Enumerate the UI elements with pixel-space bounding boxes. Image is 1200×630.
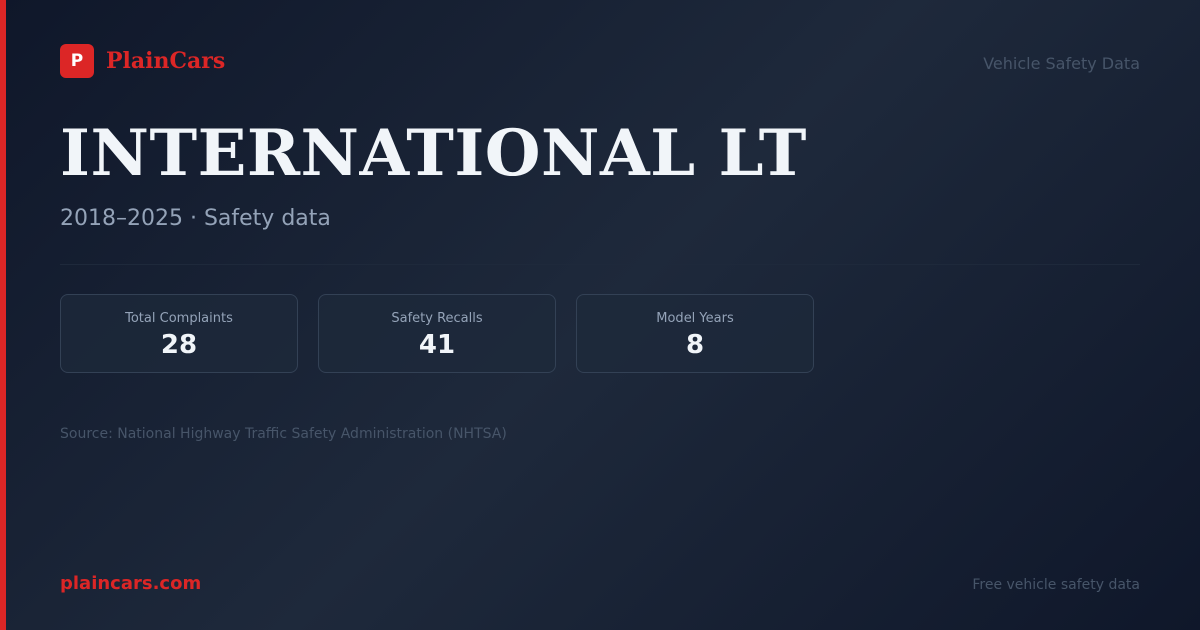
- source-note: Source: National Highway Traffic Safety …: [60, 426, 507, 442]
- page-subtitle: 2018–2025 · Safety data: [60, 206, 331, 231]
- brand-logo-icon: P: [60, 44, 94, 78]
- brand-name: PlainCars: [106, 48, 226, 74]
- stat-card-model-years: Model Years 8: [576, 294, 814, 373]
- stat-value: 28: [160, 330, 198, 360]
- stat-card-safety-recalls: Safety Recalls 41: [318, 294, 556, 373]
- brand[interactable]: P PlainCars: [60, 44, 225, 78]
- stats-row: Total Complaints 28 Safety Recalls 41 Mo…: [60, 294, 834, 373]
- footer-tagline: Free vehicle safety data: [972, 577, 1140, 593]
- stat-value: 41: [418, 330, 456, 360]
- header-tagline: Vehicle Safety Data: [983, 54, 1140, 73]
- accent-bar: [0, 0, 6, 630]
- stat-card-total-complaints: Total Complaints 28: [60, 294, 298, 373]
- stat-value: 8: [685, 330, 705, 360]
- stat-label: Total Complaints: [125, 311, 233, 326]
- divider: [60, 264, 1140, 265]
- footer-domain-link[interactable]: plaincars.com: [60, 573, 201, 594]
- page-title: INTERNATIONAL LT: [60, 116, 807, 191]
- stat-label: Safety Recalls: [391, 311, 483, 326]
- stat-label: Model Years: [656, 311, 734, 326]
